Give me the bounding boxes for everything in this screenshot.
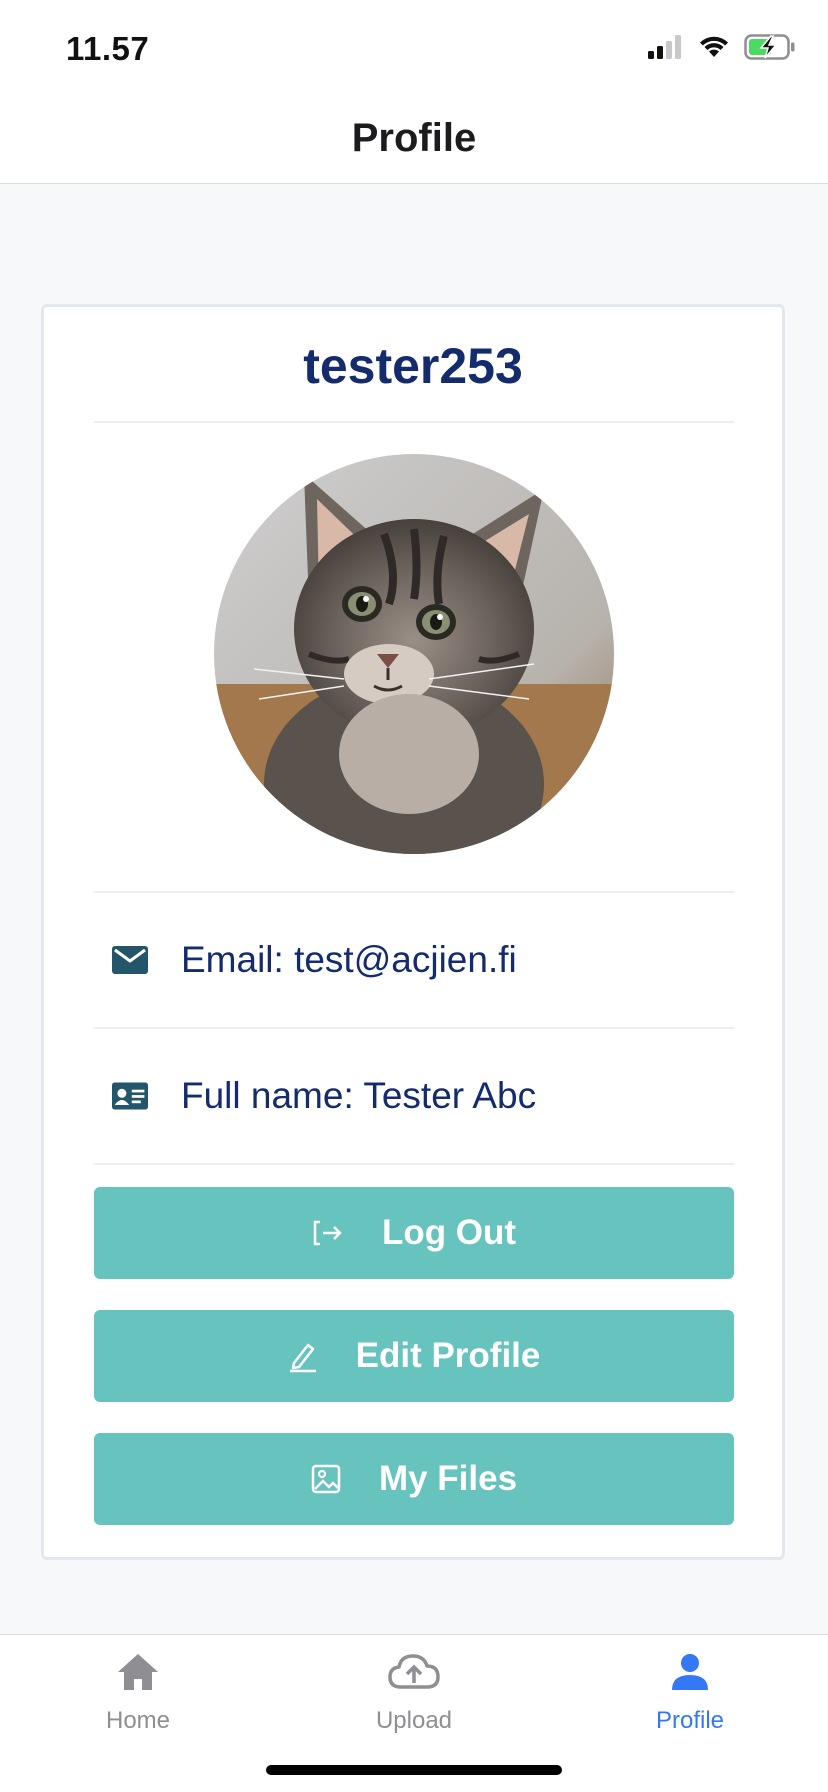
logout-label: Log Out [381,1213,517,1252]
status-bar: 11.57 [0,0,828,100]
fullname-row: Full name: Tester Abc [94,1029,734,1163]
email-text: Email: test@acjien.fi [181,939,517,980]
wifi-icon [698,35,730,64]
divider [94,421,734,423]
cloud-upload-icon [387,1647,441,1697]
tab-upload-label: Upload [375,1707,453,1734]
status-icons [648,34,796,65]
tab-home-label: Home [105,1707,171,1734]
profile-screen: 11.57 Profile tester253 Email: test@acji… [0,0,828,1792]
battery-charging-icon [744,34,796,65]
profile-card: tester253 Email: test@acjien.fi Full nam… [41,304,785,1560]
home-indicator [266,1765,562,1775]
person-icon [670,1647,710,1697]
username: tester253 [303,338,523,394]
email-row: Email: test@acjien.fi [94,893,734,1027]
divider [94,1163,734,1165]
cellular-signal-icon [648,35,684,64]
fullname-text: Full name: Tester Abc [181,1075,537,1116]
avatar [214,454,614,854]
tab-profile-label: Profile [655,1707,725,1734]
my-files-label: My Files [378,1459,518,1498]
tab-profile[interactable]: Profile [590,1647,790,1757]
my-files-button[interactable]: My Files [94,1433,734,1525]
tab-home[interactable]: Home [38,1647,238,1757]
status-time: 11.57 [66,30,150,67]
edit-profile-label: Edit Profile [355,1336,541,1375]
logout-button[interactable]: Log Out [94,1187,734,1279]
image-icon [311,1464,341,1494]
logout-icon [312,1219,344,1247]
edit-profile-button[interactable]: Edit Profile [94,1310,734,1402]
envelope-icon [112,946,148,974]
page-title: Profile [351,116,477,160]
home-icon [116,1647,160,1697]
tab-upload[interactable]: Upload [314,1647,514,1757]
pencil-icon [288,1339,318,1373]
id-card-icon [112,1081,148,1111]
nav-header: Profile [0,100,828,184]
